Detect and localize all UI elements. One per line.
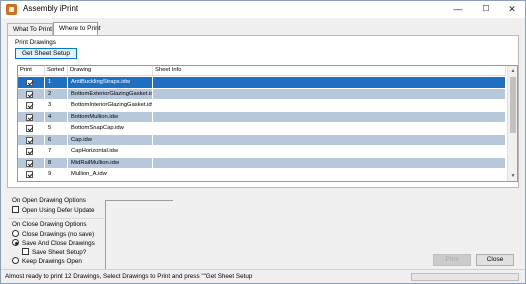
sorted-cell: 7 — [45, 146, 68, 157]
table-row[interactable]: 7 CapHorizontal.idw — [18, 146, 506, 158]
column-header-print[interactable]: Print — [18, 66, 45, 76]
save-sheet-setup-checkbox[interactable] — [22, 248, 29, 255]
grid-header: Print Sorted Drawing Sheet Info — [18, 66, 506, 76]
column-header-sheet-info[interactable]: Sheet Info — [153, 66, 506, 76]
close-no-save-radio[interactable] — [12, 230, 19, 237]
print-checkbox[interactable] — [26, 148, 33, 155]
app-window: Assembly iPrint — ☐ ✕ What To Print Wher… — [0, 0, 526, 284]
table-row[interactable]: 4 BottomMullion.idw — [18, 111, 506, 123]
drawing-cell: Cap.idw — [68, 134, 153, 146]
print-drawings-label: Print Drawings — [15, 39, 56, 46]
keep-open-option[interactable]: Keep Drawings Open — [12, 257, 82, 265]
close-no-save-label: Close Drawings (no save) — [22, 231, 95, 238]
print-checkbox[interactable] — [26, 136, 33, 144]
sheet-info-cell — [153, 146, 506, 157]
table-row[interactable]: 5 BottomSnapCap.idw — [18, 123, 506, 135]
print-checkbox[interactable] — [26, 79, 33, 86]
defer-update-option[interactable]: Open Using Defer Update — [12, 206, 94, 214]
status-text: Almost ready to print 12 Drawings, Selec… — [5, 273, 253, 280]
tab-what-to-print[interactable]: What To Print — [7, 23, 53, 35]
save-sheet-setup-option[interactable]: Save Sheet Setup? — [22, 248, 86, 256]
sheet-info-cell — [153, 123, 506, 134]
print-button[interactable]: Print — [433, 254, 471, 266]
scroll-down-icon[interactable]: ▼ — [508, 171, 517, 181]
save-and-close-radio[interactable] — [12, 239, 19, 246]
close-window-button[interactable]: ✕ — [498, 1, 526, 18]
sorted-cell: 3 — [45, 100, 68, 111]
preview-pane — [105, 200, 173, 269]
drawing-cell: CapHorizontal.idw — [68, 146, 153, 157]
table-row[interactable]: 1 AntiBucklingStraps.idw — [18, 77, 506, 89]
close-no-save-option[interactable]: Close Drawings (no save) — [12, 230, 94, 238]
open-options-label: On Open Drawing Options — [12, 197, 86, 204]
drawing-cell: BottomExteriorGlazingGasket.idw — [68, 88, 153, 100]
get-sheet-setup-button[interactable]: Get Sheet Setup — [15, 48, 77, 59]
table-row[interactable]: 3 BottomInteriorGlazingGasket.idw — [18, 100, 506, 112]
app-icon — [6, 4, 17, 15]
print-checkbox[interactable] — [26, 125, 33, 132]
column-header-drawing[interactable]: Drawing — [68, 66, 153, 76]
table-row[interactable]: 2 BottomExteriorGlazingGasket.idw — [18, 88, 506, 100]
drawing-cell: BottomSnapCap.idw — [68, 123, 153, 134]
minimize-button[interactable]: — — [444, 1, 472, 18]
sorted-cell: 2 — [45, 88, 68, 100]
scroll-thumb[interactable] — [510, 77, 516, 133]
sheet-info-cell — [153, 134, 506, 146]
drawing-cell: MidRailMullion.idw — [68, 157, 153, 169]
drawings-grid[interactable]: Print Sorted Drawing Sheet Info 1 AntiBu… — [17, 65, 518, 182]
options-divider — [8, 218, 104, 219]
window-title: Assembly iPrint — [23, 4, 79, 13]
sorted-cell: 4 — [45, 111, 68, 123]
table-row[interactable]: 8 MidRailMullion.idw — [18, 157, 506, 169]
drawing-cell: Mullion_A.idw — [68, 169, 153, 180]
print-checkbox[interactable] — [26, 171, 33, 178]
column-header-sorted[interactable]: Sorted — [45, 66, 68, 76]
drawing-cell: BottomMullion.idw — [68, 111, 153, 123]
maximize-button[interactable]: ☐ — [472, 1, 500, 18]
title-bar[interactable]: Assembly iPrint — ☐ ✕ — [1, 1, 525, 18]
sorted-cell: 5 — [45, 123, 68, 134]
table-row[interactable]: 6 Cap.idw — [18, 134, 506, 146]
table-row[interactable]: 9 Mullion_A.idw — [18, 169, 506, 181]
keep-open-label: Keep Drawings Open — [22, 258, 82, 265]
sheet-info-cell — [153, 111, 506, 123]
defer-update-label: Open Using Defer Update — [22, 207, 95, 214]
save-and-close-label: Save And Close Drawings — [22, 240, 95, 247]
keep-open-radio[interactable] — [12, 257, 19, 264]
sheet-info-cell — [153, 157, 506, 169]
drawing-cell: BottomInteriorGlazingGasket.idw — [68, 100, 153, 111]
grid-vertical-scrollbar[interactable]: ▲ ▼ — [507, 66, 517, 181]
defer-update-checkbox[interactable] — [12, 206, 19, 213]
save-and-close-option[interactable]: Save And Close Drawings — [12, 239, 95, 247]
close-options-label: On Close Drawing Options — [12, 221, 87, 228]
print-checkbox[interactable] — [26, 102, 33, 109]
close-button[interactable]: Close — [476, 254, 514, 266]
tab-where-to-print[interactable]: Where to Print — [53, 22, 101, 35]
sorted-cell: 9 — [45, 169, 68, 180]
sorted-cell: 1 — [45, 77, 68, 88]
sorted-cell: 8 — [45, 157, 68, 169]
sheet-info-cell — [153, 100, 506, 111]
save-sheet-setup-label: Save Sheet Setup? — [32, 249, 87, 256]
print-checkbox[interactable] — [26, 90, 33, 98]
drawing-cell: AntiBucklingStraps.idw — [68, 77, 153, 88]
sheet-info-cell — [153, 169, 506, 180]
sorted-cell: 6 — [45, 134, 68, 146]
sheet-info-cell — [153, 77, 506, 88]
print-checkbox[interactable] — [26, 113, 33, 121]
sheet-info-cell — [153, 88, 506, 100]
progress-bar — [411, 273, 519, 281]
status-bar: Almost ready to print 12 Drawings, Selec… — [1, 269, 525, 283]
scroll-up-icon[interactable]: ▲ — [508, 66, 517, 76]
print-checkbox[interactable] — [26, 159, 33, 167]
